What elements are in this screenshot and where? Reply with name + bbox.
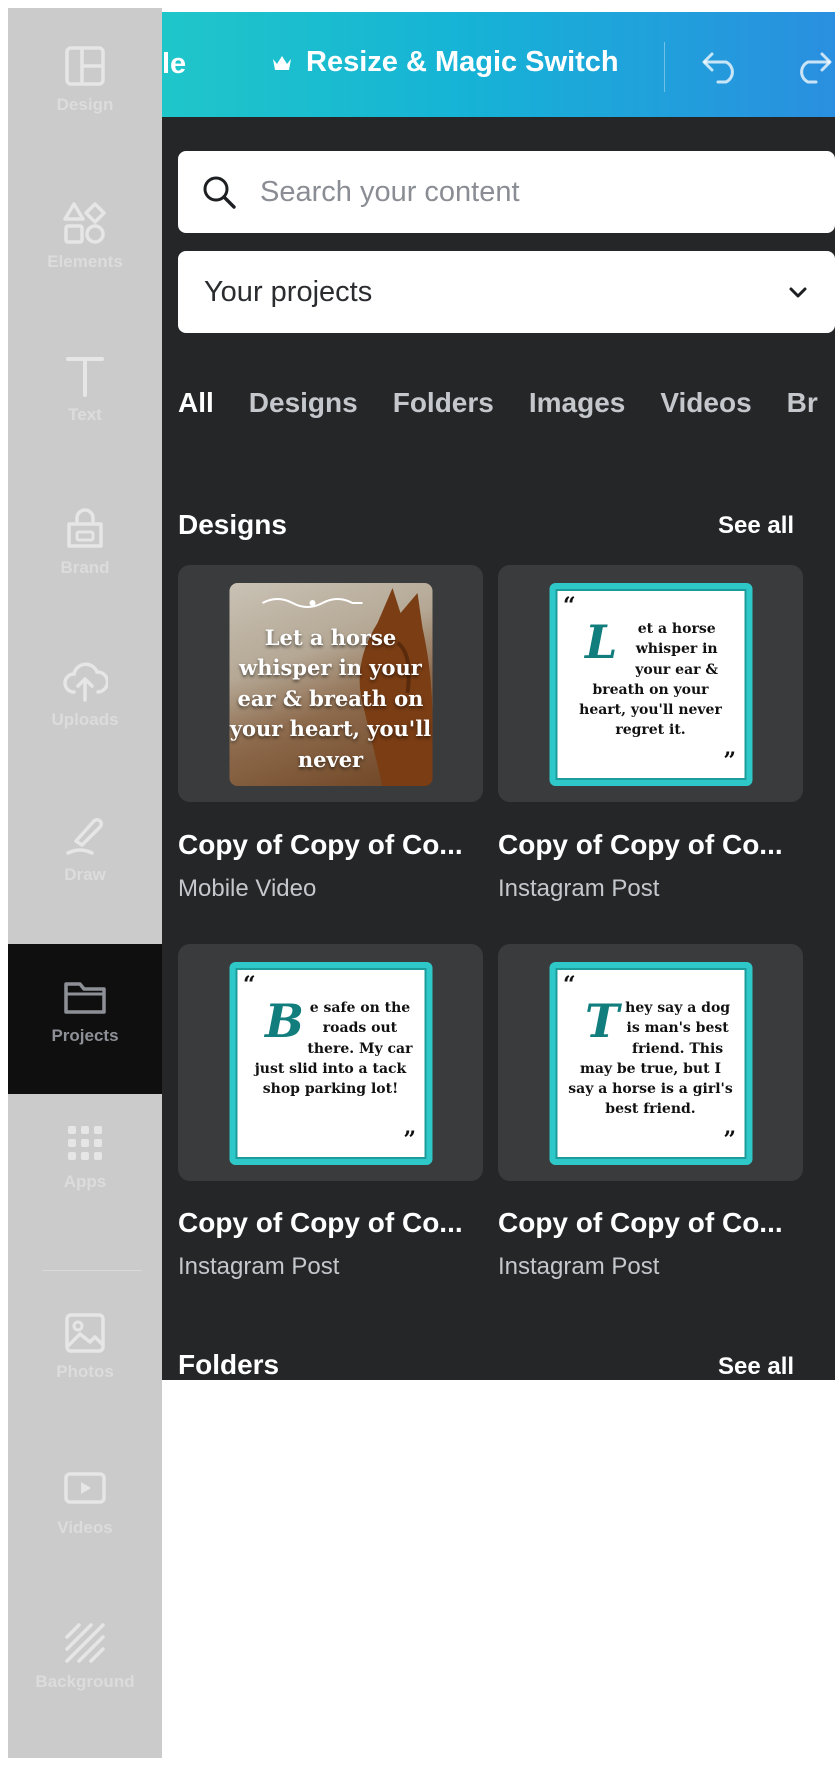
folders-see-all-link[interactable]: See all	[718, 1353, 794, 1380]
tab-all[interactable]: All	[178, 387, 214, 419]
search-box[interactable]: Search your content	[178, 151, 835, 233]
designs-section-title: Designs	[178, 509, 287, 540]
designs-see-all-link[interactable]: See all	[718, 512, 794, 540]
sidebar-item-text[interactable]: Text	[8, 353, 162, 503]
tab-images[interactable]: Images	[529, 387, 626, 419]
tab-folders[interactable]: Folders	[393, 387, 494, 419]
chevron-down-icon	[789, 287, 807, 298]
folder-icon	[64, 982, 106, 1014]
design-title[interactable]: Copy of Copy of Co...	[178, 829, 463, 861]
design-title[interactable]: Copy of Copy of Co...	[498, 1207, 783, 1239]
videos-icon	[64, 1472, 106, 1504]
brand-icon	[67, 508, 103, 548]
sidebar-divider	[42, 1270, 142, 1271]
draw-icon	[66, 818, 103, 855]
sidebar-item-label: Photos	[56, 1362, 114, 1381]
sidebar-item-label: Elements	[47, 252, 123, 271]
sidebar-item-label: Draw	[64, 865, 106, 884]
elements-icon	[63, 202, 106, 244]
search-input[interactable]: Search your content	[260, 176, 520, 209]
sidebar-item-apps[interactable]: Apps	[8, 1120, 162, 1270]
top-bar: le Resize & Magic Switch	[162, 12, 835, 117]
sidebar-item-label: Uploads	[51, 710, 119, 729]
design-thumbnail-text: Let a horse whisper in your ear & breath…	[229, 625, 432, 772]
sidebar-item-videos[interactable]: Videos	[8, 1466, 162, 1616]
sidebar-item-label: Design	[56, 95, 114, 114]
sidebar-item-draw[interactable]: Draw	[8, 813, 162, 963]
design-thumbnail: “ Be safe on the roads out there. My car…	[229, 962, 432, 1165]
design-title[interactable]: Copy of Copy of Co...	[498, 829, 783, 861]
resize-magic-switch-label: Resize & Magic Switch	[306, 46, 619, 78]
tab-brand[interactable]: Br	[787, 387, 818, 419]
open-quote-icon: “	[563, 972, 576, 998]
sidebar-item-projects[interactable]: Projects	[8, 944, 162, 1094]
crown-icon	[273, 55, 291, 70]
design-type: Mobile Video	[178, 875, 317, 902]
close-quote-icon: ”	[723, 1127, 736, 1153]
tab-designs[interactable]: Designs	[249, 387, 358, 419]
design-type: Instagram Post	[498, 1253, 660, 1280]
sidebar-item-label: Brand	[60, 558, 110, 577]
redo-icon[interactable]	[792, 48, 834, 84]
close-quote-icon: ”	[723, 748, 736, 774]
design-type: Instagram Post	[178, 1253, 340, 1280]
sidebar-item-label: Background	[35, 1672, 135, 1691]
sidebar-item-design[interactable]: Design	[8, 43, 162, 193]
open-quote-icon: “	[243, 972, 256, 998]
undo-icon[interactable]	[700, 48, 742, 84]
design-thumbnail: “ Let a horse whisper in your ear & brea…	[549, 583, 752, 786]
sidebar-item-label: Projects	[51, 1026, 119, 1045]
drop-cap: T	[585, 994, 620, 1048]
content-tabs: All Designs Folders Images Videos Br	[178, 387, 835, 419]
sidebar-item-uploads[interactable]: Uploads	[8, 658, 162, 808]
design-card[interactable]: “ Be safe on the roads out there. My car…	[178, 944, 483, 1181]
file-menu-label[interactable]: le	[162, 48, 186, 81]
sidebar-item-label: Videos	[57, 1518, 113, 1537]
resize-magic-switch-button[interactable]: Resize & Magic Switch	[270, 46, 619, 79]
design-card[interactable]: “ They say a dog is man's best friend. T…	[498, 944, 803, 1181]
projects-panel: Search your content Your projects All De…	[162, 117, 835, 1380]
sidebar-item-photos[interactable]: Photos	[8, 1310, 162, 1460]
sidebar-item-label: Apps	[63, 1172, 107, 1191]
apps-icon	[68, 1126, 102, 1160]
design-card[interactable]: Let a horse whisper in your ear & breath…	[178, 565, 483, 802]
search-icon	[203, 176, 236, 209]
sidebar-item-background[interactable]: Background	[8, 1620, 162, 1770]
design-title[interactable]: Copy of Copy of Co...	[178, 1207, 463, 1239]
left-sidebar: Design Elements Text Brand Uploads Draw …	[8, 8, 162, 1758]
design-thumbnail: Let a horse whisper in your ear & breath…	[229, 583, 432, 786]
uploads-icon	[63, 662, 108, 702]
projects-filter-dropdown[interactable]: Your projects	[178, 251, 835, 333]
folders-section-title: Folders	[178, 1349, 280, 1380]
drop-cap: L	[585, 615, 618, 669]
design-thumbnail: “ They say a dog is man's best friend. T…	[549, 962, 752, 1165]
drop-cap: B	[265, 994, 304, 1048]
text-icon	[66, 357, 104, 397]
open-quote-icon: “	[563, 593, 576, 619]
sidebar-item-elements[interactable]: Elements	[8, 200, 162, 350]
design-card[interactable]: “ Let a horse whisper in your ear & brea…	[498, 565, 803, 802]
projects-filter-value: Your projects	[204, 275, 373, 308]
background-icon	[65, 1623, 105, 1663]
photos-icon	[65, 1313, 105, 1353]
tab-videos[interactable]: Videos	[660, 387, 751, 419]
design-icon	[65, 46, 105, 86]
close-quote-icon: ”	[403, 1127, 416, 1153]
topbar-divider	[664, 42, 665, 92]
ornament-icon	[261, 598, 362, 608]
sidebar-item-brand[interactable]: Brand	[8, 506, 162, 656]
design-type: Instagram Post	[498, 875, 660, 902]
sidebar-item-label: Text	[68, 405, 102, 424]
